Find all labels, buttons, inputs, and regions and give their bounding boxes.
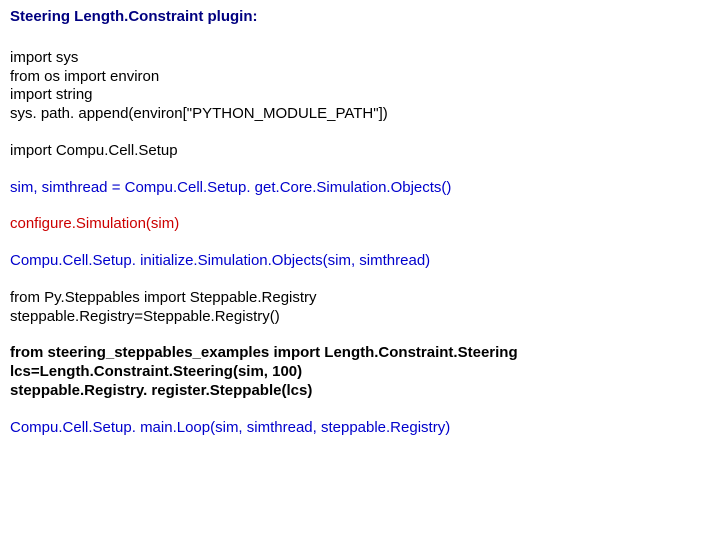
code-line: lcs=Length.Constraint.Steering(sim, 100) xyxy=(10,363,710,382)
code-line: from os import environ xyxy=(10,68,710,87)
code-block-steppable-import: from Py.Steppables import Steppable.Regi… xyxy=(10,289,710,327)
code-block-configure-sim: configure.Simulation(sim) xyxy=(10,215,710,234)
code-block-steering: from steering_steppables_examples import… xyxy=(10,344,710,400)
code-block-import-setup: import Compu.Cell.Setup xyxy=(10,142,710,161)
code-line: import sys xyxy=(10,49,710,68)
code-line: from steering_steppables_examples import… xyxy=(10,344,710,363)
code-line: from Py.Steppables import Steppable.Regi… xyxy=(10,289,710,308)
code-line: import string xyxy=(10,86,710,105)
code-block-imports: import sys from os import environ import… xyxy=(10,49,710,124)
code-line: sys. path. append(environ["PYTHON_MODULE… xyxy=(10,105,710,124)
code-block-mainloop: Compu.Cell.Setup. main.Loop(sim, simthre… xyxy=(10,419,710,438)
slide-title: Steering Length.Constraint plugin: xyxy=(10,8,710,27)
code-block-get-objects: sim, simthread = Compu.Cell.Setup. get.C… xyxy=(10,179,710,198)
code-block-initialize: Compu.Cell.Setup. initialize.Simulation.… xyxy=(10,252,710,271)
code-line: steppable.Registry=Steppable.Registry() xyxy=(10,308,710,327)
code-line: steppable.Registry. register.Steppable(l… xyxy=(10,382,710,401)
